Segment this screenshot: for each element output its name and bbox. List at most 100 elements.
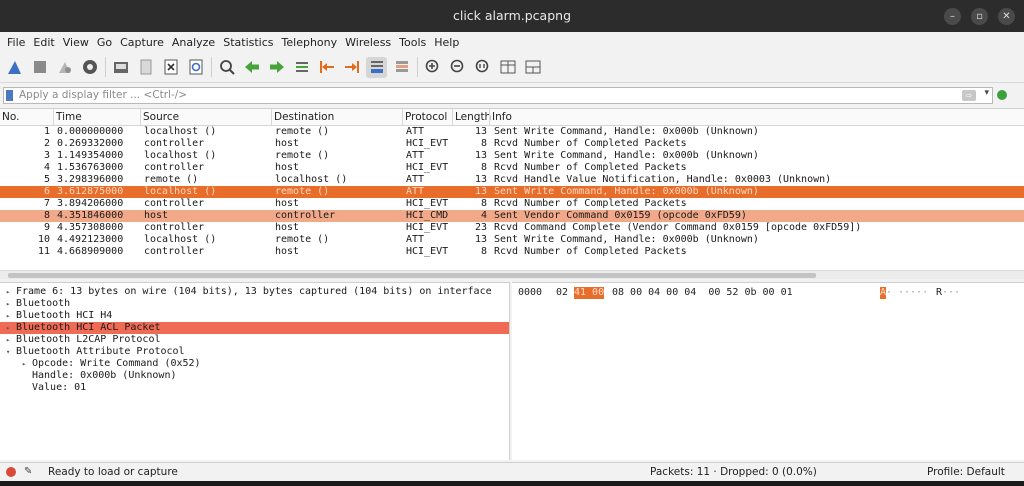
detail-row[interactable]: ▸ Frame 6: 13 bytes on wire (104 bits), 1… — [0, 286, 509, 298]
normal-size-button[interactable] — [472, 57, 493, 78]
menu-telephony[interactable]: Telephony — [278, 36, 342, 49]
capture-options-button[interactable] — [79, 57, 100, 78]
packet-cell-destination: host — [275, 198, 300, 209]
close-button[interactable]: ✕ — [998, 8, 1015, 25]
expand-right-icon[interactable]: ▸ — [6, 322, 10, 334]
packet-row[interactable]: 5 3.298396000 remote () localhost () ATT 13 Rc… — [0, 174, 1024, 186]
resize-columns-button[interactable] — [497, 57, 518, 78]
packet-cell-length: 13 — [474, 174, 487, 185]
menu-go[interactable]: Go — [93, 36, 116, 49]
edit-comment-icon[interactable]: ✎ — [24, 466, 32, 477]
packet-row[interactable]: 11 4.668909000 controller host HCI_EVT 8 Rcvd … — [0, 246, 1024, 258]
packet-rows: 1 0.000000000 localhost () remote () ATT 13 Se… — [0, 126, 1024, 258]
packet-bytes-pane: 0000 02 41 00 08 00 04 00 04 00 52 0b 00… — [512, 282, 1024, 460]
packet-cell-source: localhost () — [144, 126, 217, 137]
open-file-button[interactable] — [110, 57, 131, 78]
minimize-button[interactable]: – — [944, 8, 961, 25]
packet-row[interactable]: 8 4.351846000 host controller HCI_CMD 4 Sent V… — [0, 210, 1024, 222]
start-capture-button[interactable] — [4, 57, 25, 78]
packet-cell-protocol: HCI_EVT — [406, 222, 449, 233]
expand-right-icon[interactable]: ▸ — [6, 298, 10, 310]
display-filter-input[interactable]: Apply a display filter ... <Ctrl-/> ⇨ ▾ — [3, 87, 993, 104]
menu-view[interactable]: View — [59, 36, 93, 49]
add-filter-button-icon[interactable] — [997, 90, 1007, 100]
packet-cell-length: 8 — [480, 138, 487, 149]
menu-edit[interactable]: Edit — [29, 36, 58, 49]
packet-cell-time: 4.668909000 — [57, 246, 124, 257]
packet-row[interactable]: 4 1.536763000 controller host HCI_EVT 8 Rcvd N… — [0, 162, 1024, 174]
go-to-packet-button[interactable] — [291, 57, 312, 78]
packet-row[interactable]: 1 0.000000000 localhost () remote () ATT 13 Se… — [0, 126, 1024, 138]
expand-right-icon[interactable]: ▸ — [22, 358, 26, 370]
menu-analyze[interactable]: Analyze — [168, 36, 219, 49]
expand-right-icon[interactable]: ▸ — [6, 286, 10, 298]
detail-row[interactable]: ▸ Bluetooth — [0, 298, 509, 310]
zoom-out-icon — [450, 59, 463, 73]
packet-row[interactable]: 7 3.894206000 controller host HCI_EVT 8 Rcvd N… — [0, 198, 1024, 210]
menu-wireless[interactable]: Wireless — [341, 36, 395, 49]
detail-row[interactable]: ▾ Bluetooth Attribute Protocol — [0, 346, 509, 358]
packet-cell-no: 10 — [37, 234, 50, 245]
detail-text: Bluetooth Attribute Protocol — [16, 346, 185, 357]
packet-cell-protocol: ATT — [406, 186, 425, 197]
file-icon — [140, 59, 151, 75]
bytes-hex-highlight[interactable]: 41 00 — [574, 287, 605, 299]
zoom-in-button[interactable] — [422, 57, 443, 78]
packet-list-scrollbar[interactable] — [0, 270, 1024, 279]
col-header-destination[interactable]: Destination — [274, 111, 334, 123]
save-file-button[interactable] — [135, 57, 156, 78]
col-header-length[interactable]: Length — [455, 111, 491, 123]
close-file-button[interactable] — [160, 57, 181, 78]
reload-file-button[interactable] — [185, 57, 206, 78]
bytes-hex-a[interactable]: 02 — [556, 287, 568, 299]
menu-capture[interactable]: Capture — [116, 36, 168, 49]
detail-row[interactable]: ▸ Bluetooth HCI ACL Packet — [0, 322, 509, 334]
reload-icon — [189, 59, 202, 75]
apply-filter-button[interactable]: ⇨ — [962, 90, 976, 101]
col-header-no[interactable]: No. — [2, 111, 19, 123]
packet-row[interactable]: 9 4.357308000 controller host HCI_EVT 23 Rcvd … — [0, 222, 1024, 234]
go-back-button[interactable] — [241, 57, 262, 78]
bookmark-icon[interactable] — [6, 90, 13, 101]
col-header-protocol[interactable]: Protocol — [405, 111, 447, 123]
go-forward-button[interactable] — [266, 57, 287, 78]
packet-row[interactable]: 6 3.612875000 localhost () remote () ATT 13 Se… — [0, 186, 1024, 198]
first-packet-button[interactable] — [316, 57, 337, 78]
packet-row[interactable]: 2 0.269332000 controller host HCI_EVT 8 Rcvd N… — [0, 138, 1024, 150]
menu-tools[interactable]: Tools — [395, 36, 430, 49]
bytes-ascii-dots: ··· — [942, 287, 961, 298]
menu-file[interactable]: File — [3, 36, 29, 49]
maximize-button[interactable]: ▫ — [971, 8, 988, 25]
find-packet-button[interactable] — [216, 57, 237, 78]
search-icon — [219, 60, 235, 75]
chevron-down-icon[interactable]: ▾ — [984, 88, 989, 98]
status-profile[interactable]: Profile: Default — [927, 466, 1005, 478]
detail-row[interactable]: ▸ Bluetooth L2CAP Protocol — [0, 334, 509, 346]
expert-info-icon[interactable] — [6, 467, 16, 477]
expand-right-icon[interactable]: ▸ — [6, 310, 10, 322]
bytes-hex-b[interactable]: 08 00 04 00 04 00 52 0b 00 01 — [612, 287, 793, 299]
scrollbar-thumb[interactable] — [8, 273, 816, 278]
layout-button[interactable] — [522, 57, 543, 78]
detail-row[interactable]: ▸ Opcode: Write Command (0x52) — [0, 358, 509, 370]
stop-capture-button[interactable] — [29, 57, 50, 78]
detail-row[interactable]: ▸ Bluetooth HCI H4 — [0, 310, 509, 322]
auto-scroll-button[interactable] — [366, 56, 387, 78]
column-divider — [271, 109, 272, 126]
col-header-info[interactable]: Info — [492, 111, 512, 123]
zoom-out-button[interactable] — [447, 57, 468, 78]
col-header-source[interactable]: Source — [143, 111, 179, 123]
expand-down-icon[interactable]: ▾ — [6, 346, 10, 358]
expand-right-icon[interactable]: ▸ — [6, 334, 10, 346]
menu-statistics[interactable]: Statistics — [219, 36, 277, 49]
packet-row[interactable]: 10 4.492123000 localhost () remote () ATT 13 S… — [0, 234, 1024, 246]
detail-row[interactable]: Handle: 0x000b (Unknown) — [0, 370, 509, 382]
colorize-button[interactable] — [391, 57, 412, 78]
restart-capture-button[interactable] — [54, 57, 75, 78]
menu-help[interactable]: Help — [430, 36, 463, 49]
detail-row[interactable]: Value: 01 — [0, 382, 509, 394]
col-header-time[interactable]: Time — [56, 111, 82, 123]
packet-row[interactable]: 3 1.149354000 localhost () remote () ATT 13 Se… — [0, 150, 1024, 162]
last-packet-button[interactable] — [341, 57, 362, 78]
detail-text: Opcode: Write Command (0x52) — [32, 358, 201, 369]
